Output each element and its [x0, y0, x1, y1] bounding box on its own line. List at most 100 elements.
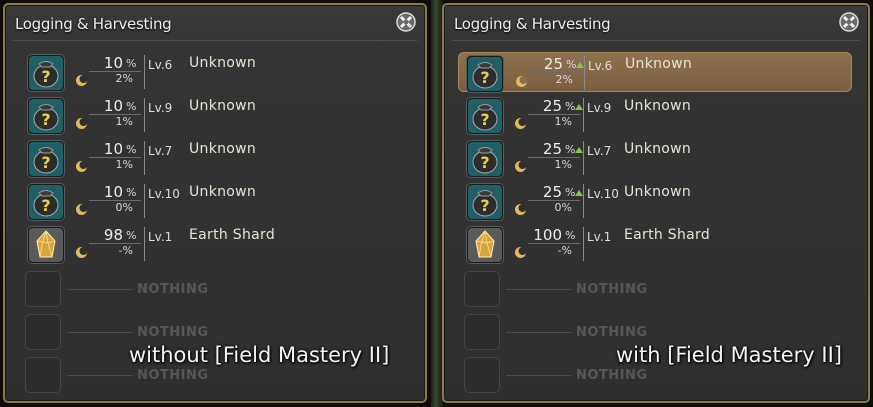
gather-item-row[interactable]: ? 10 % 1% Lv.7 Unknown	[23, 138, 409, 178]
percent-sign: %	[126, 186, 137, 199]
hq-chance: 0%	[554, 201, 572, 214]
item-name: Unknown	[189, 184, 257, 200]
svg-text:?: ?	[480, 68, 489, 87]
gather-item-row[interactable]: 98 % -% Lv.1 Earth Shard	[23, 224, 409, 264]
empty-slot-line	[67, 332, 133, 333]
percent-sign: %	[565, 100, 576, 113]
earth-shard-icon	[466, 226, 504, 264]
gather-chance: 25	[543, 55, 563, 73]
hq-chance: -%	[118, 244, 133, 257]
item-level: Lv.10	[587, 187, 619, 201]
item-level: Lv.7	[587, 144, 612, 158]
unknown-item-icon: ?	[27, 183, 65, 221]
gather-item-row[interactable]: 100 % -% Lv.1 Earth Shard	[462, 224, 848, 264]
percent-sign: %	[126, 229, 137, 242]
divider	[583, 184, 584, 218]
gather-item-row[interactable]: ? 10 % 1% Lv.9 Unknown	[23, 95, 409, 135]
item-level: Lv.1	[587, 230, 612, 244]
gather-chance: 10	[103, 140, 123, 158]
gather-item-row[interactable]: ? 25 % 1% Lv.7 Unknown	[462, 138, 848, 178]
hq-chance: 2%	[555, 73, 573, 86]
empty-slot-line	[506, 332, 572, 333]
gather-chance: 25	[542, 183, 562, 201]
empty-slot-label: NOTHING	[137, 282, 209, 297]
divider	[583, 141, 584, 175]
empty-slot	[25, 271, 61, 307]
boost-up-icon	[576, 62, 584, 68]
gather-chance: 100	[533, 226, 562, 244]
svg-text:?: ?	[480, 196, 489, 215]
unknown-item-icon: ?	[466, 55, 504, 93]
hq-chance: -%	[557, 244, 572, 257]
empty-slot-label: NOTHING	[137, 325, 209, 340]
item-name: Unknown	[625, 56, 693, 72]
gather-item-row[interactable]: ? 10 % 2% Lv.6 Unknown	[23, 52, 409, 92]
svg-text:?: ?	[41, 196, 50, 215]
divider	[144, 141, 145, 175]
item-name: Unknown	[189, 141, 257, 157]
item-level: Lv.7	[148, 144, 173, 158]
divider	[583, 98, 584, 132]
divider	[144, 227, 145, 261]
unknown-item-icon: ?	[466, 183, 504, 221]
gather-item-row[interactable]: ? 25 % 0% Lv.10 Unknown	[462, 181, 848, 221]
empty-slot-label: NOTHING	[576, 325, 648, 340]
comparison-caption: without [Field Mastery II]	[129, 343, 390, 367]
gather-item-row[interactable]: ? 25 % 1% Lv.9 Unknown	[462, 95, 848, 135]
boost-up-icon	[575, 147, 583, 153]
hq-chance: 2%	[115, 72, 133, 85]
gather-item-row[interactable]: ? 10 % 0% Lv.10 Unknown	[23, 181, 409, 221]
empty-slot	[464, 357, 500, 393]
percent-sign: %	[565, 229, 576, 242]
item-level: Lv.9	[587, 101, 612, 115]
unknown-item-icon: ?	[466, 97, 504, 135]
empty-slot-line	[67, 375, 133, 376]
svg-text:?: ?	[480, 153, 489, 172]
percent-sign: %	[126, 57, 137, 70]
empty-slot-label: NOTHING	[137, 368, 209, 383]
gather-chance: 25	[542, 97, 562, 115]
boost-up-icon	[575, 104, 583, 110]
empty-slot-line	[506, 375, 572, 376]
title-divider	[452, 40, 860, 41]
unknown-item-icon: ?	[466, 140, 504, 178]
percent-sign: %	[565, 186, 576, 199]
boost-up-icon	[575, 190, 583, 196]
empty-slot	[464, 314, 500, 350]
empty-slot-line	[67, 289, 133, 290]
gather-chance: 10	[103, 54, 123, 72]
item-level: Lv.1	[148, 230, 173, 244]
hq-chance: 1%	[115, 115, 133, 128]
close-icon[interactable]	[838, 11, 860, 33]
gather-chance: 98	[103, 226, 123, 244]
empty-slot-line	[506, 289, 572, 290]
item-name: Unknown	[624, 184, 692, 200]
empty-slot	[464, 271, 500, 307]
hq-chance: 0%	[115, 201, 133, 214]
gathering-window-right: Logging & Harvesting ? 25 % 2% Lv.6 Unkn…	[442, 3, 870, 403]
divider	[144, 98, 145, 132]
item-name: Unknown	[624, 98, 692, 114]
svg-text:?: ?	[41, 110, 50, 129]
percent-sign: %	[566, 58, 577, 71]
hq-chance: 1%	[554, 158, 572, 171]
unknown-item-icon: ?	[27, 54, 65, 92]
item-level: Lv.6	[588, 59, 613, 73]
earth-shard-icon	[27, 226, 65, 264]
divider	[144, 55, 145, 89]
item-name: Unknown	[189, 55, 257, 71]
item-name: Earth Shard	[624, 227, 711, 243]
gather-item-row-selected[interactable]: ? 25 % 2% Lv.6 Unknown	[458, 52, 852, 93]
item-name: Unknown	[189, 98, 257, 114]
close-icon[interactable]	[395, 11, 417, 33]
divider	[144, 184, 145, 218]
item-name: Unknown	[624, 141, 692, 157]
gathering-window-left: Logging & Harvesting ? 10 % 2% Lv.6 Unkn…	[3, 3, 427, 403]
svg-text:?: ?	[41, 153, 50, 172]
percent-sign: %	[126, 100, 137, 113]
empty-slot-label: NOTHING	[576, 368, 648, 383]
gather-chance: 10	[103, 97, 123, 115]
comparison-caption: with [Field Mastery II]	[616, 343, 842, 367]
item-level: Lv.10	[148, 187, 180, 201]
divider	[584, 56, 585, 90]
